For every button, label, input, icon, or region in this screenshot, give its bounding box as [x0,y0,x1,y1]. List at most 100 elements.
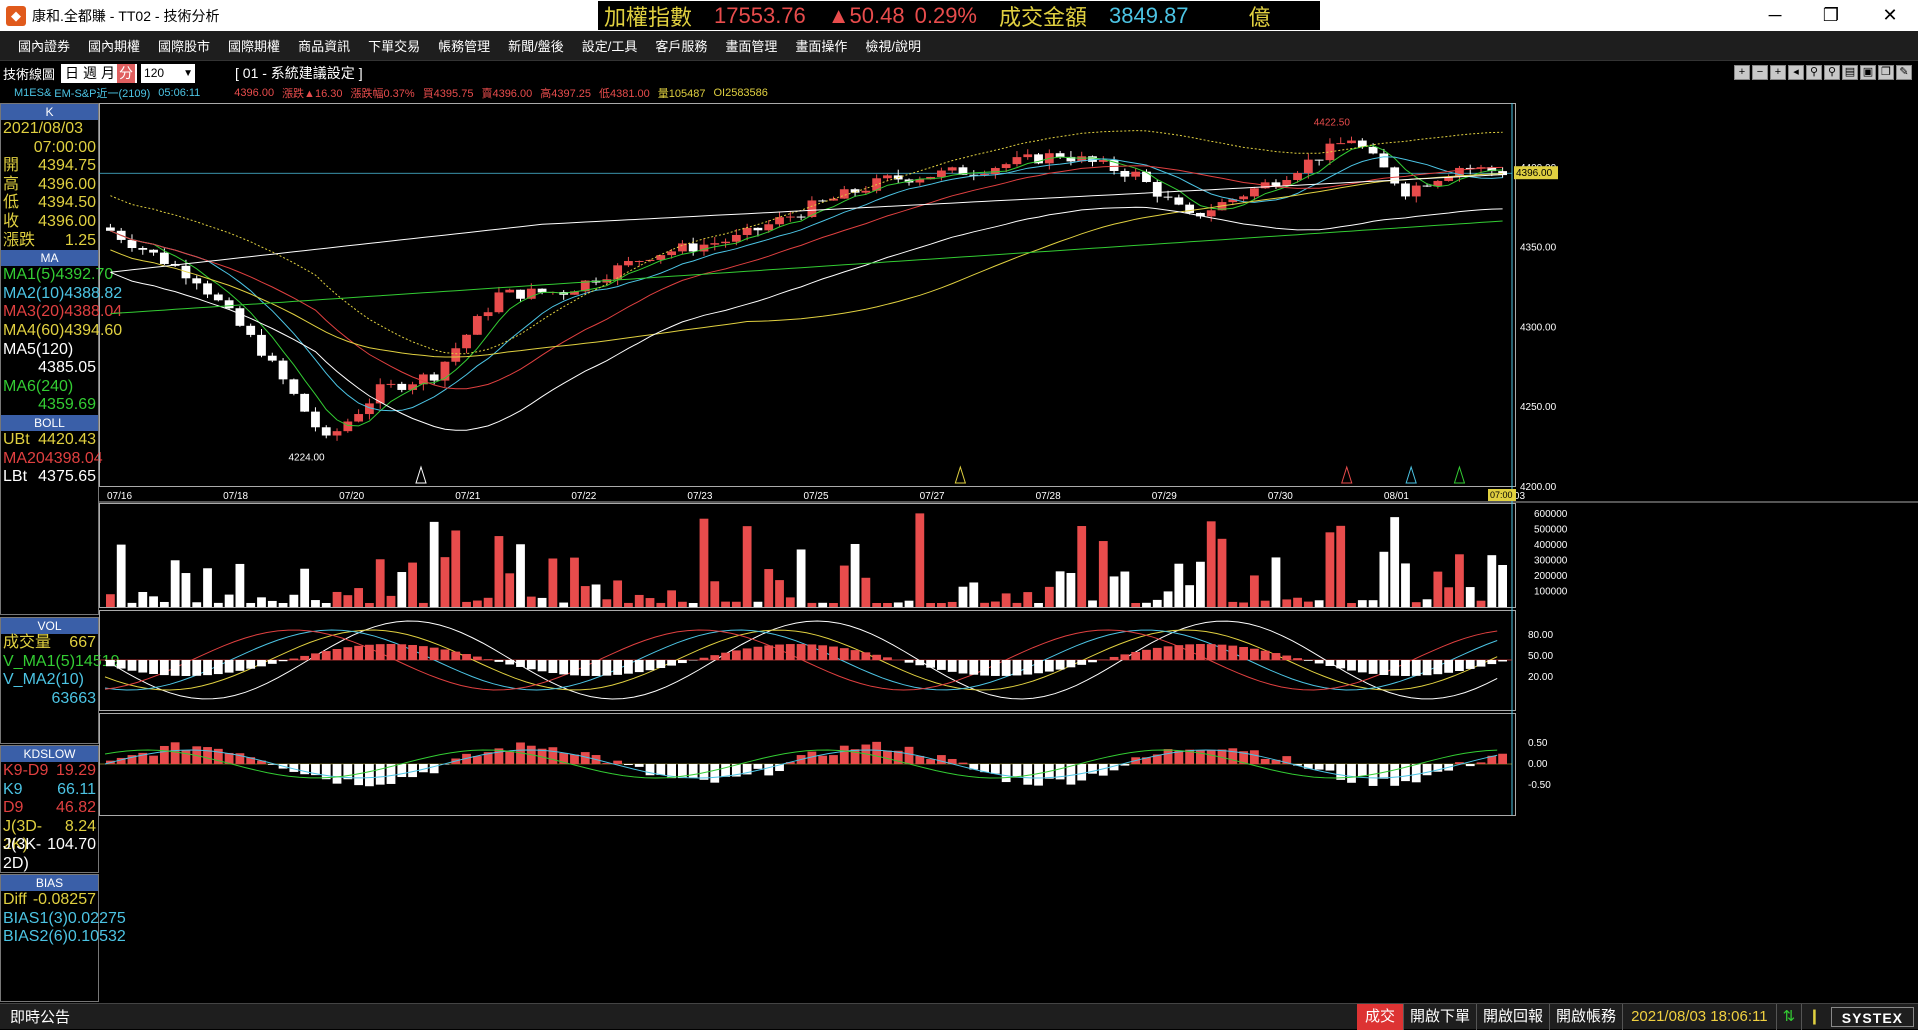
bar-count-value: 120 [144,66,164,80]
signal-triangle-icon [1454,467,1464,483]
ma-rows-label: MA1(5) [1,266,55,285]
ma-rows-value: 4359.69 [38,396,96,415]
bias-bar [1207,750,1216,764]
kd-bar [236,660,245,671]
search-plus-icon[interactable]: ⚲ [1824,65,1840,80]
menu-item-1[interactable]: 國內期權 [79,36,149,55]
menu-item-2[interactable]: 國際股市 [149,36,219,55]
vol-rows-value: 63663 [52,690,97,709]
ma5-line [110,146,1502,426]
open-order-button[interactable]: 開啟下單 [1403,1004,1476,1030]
price-tick: 4350.00 [1520,243,1557,254]
volume-bar [721,602,730,607]
chevron-down-icon[interactable]: ▼ [183,64,193,83]
quote-name: EM-S&P近一(2109) [54,85,150,101]
kd-rows-value: 66.11 [57,781,96,800]
period-option-2[interactable]: 月 [99,64,117,83]
menu-item-12[interactable]: 檢視/說明 [856,36,930,55]
kd-bar [1369,660,1378,674]
volume-bar [1379,552,1388,607]
kd-bar [656,660,665,668]
kd-bar [138,660,147,673]
candle-body [1347,141,1356,144]
volume-bar [441,557,450,607]
open-report-button[interactable]: 開啟回報 [1476,1004,1549,1030]
price-tick: 4200.00 [1520,482,1557,493]
open-account-button[interactable]: 開啟帳務 [1549,1004,1622,1030]
menu-item-3[interactable]: 國際期權 [219,36,289,55]
kd-bar [829,647,838,660]
kd-bar [786,644,795,660]
ma-rows-item: 4385.05 [1,359,98,378]
ma10-line [110,157,1502,411]
search-icon[interactable]: ⚲ [1806,65,1822,80]
save-icon[interactable]: ▣ [1860,65,1876,80]
period-option-1[interactable]: 週 [81,64,99,83]
menu-item-5[interactable]: 下單交易 [359,36,429,55]
menu-item-4[interactable]: 商品資訊 [289,36,359,55]
scroll-left-icon[interactable]: ◂ [1788,65,1804,80]
kd-bar [980,660,989,676]
bias-bar [376,764,385,785]
menu-item-10[interactable]: 畫面管理 [716,36,786,55]
boll-lower-line [110,207,1502,430]
k-date: 2021/08/03 [1,120,98,139]
menu-item-9[interactable]: 客戶服務 [646,36,716,55]
menu-item-0[interactable]: 國內證券 [0,36,79,55]
vol-rows-item: V_MA2(10) [1,671,98,690]
zoom-out-icon[interactable]: − [1752,65,1768,80]
candle-body [646,260,655,261]
menu-item-8[interactable]: 設定/工具 [573,36,647,55]
system-setting-label[interactable]: [ 01 - 系統建議設定 ] [235,63,363,83]
kd-bar [225,660,234,673]
print-icon[interactable]: ▤ [1842,65,1858,80]
app-logo-icon: ◆ [6,6,26,26]
vol-rows-label: V_MA2(10) [1,671,84,690]
minimize-button[interactable]: ─ [1747,0,1803,31]
vol-rows-label [1,690,3,709]
volume-bar [1444,587,1453,607]
ma-rows-item: 4359.69 [1,396,98,415]
volume-bar [937,603,946,607]
crosshair-icon[interactable]: + [1734,65,1750,80]
candle-body [1153,182,1162,197]
notice-label[interactable]: 即時公告 [10,1006,70,1027]
menu-item-6[interactable]: 帳務管理 [429,36,499,55]
date-label: 07/30 [1268,491,1293,502]
volume-bar [300,569,309,607]
candle-body [387,384,396,385]
restore-button[interactable]: ❐ [1803,0,1859,31]
bias-bar [397,764,406,777]
menu-item-7[interactable]: 新聞/盤後 [499,36,573,55]
trade-indicator[interactable]: 成交 [1357,1004,1403,1030]
zoom-in-icon[interactable]: + [1770,65,1786,80]
candle-body [1207,210,1216,216]
boll-rows-item: UBt4420.43 [1,431,98,450]
menu-item-11[interactable]: 畫面操作 [786,36,856,55]
volume-bar [1153,600,1162,607]
copy-icon[interactable]: ❐ [1878,65,1894,80]
brand-logo: SYSTEX [1831,1007,1914,1027]
ma-rows-label: MA6(240) [1,378,73,397]
bar-count-select[interactable]: 120 ▼ [141,64,195,83]
volume-bar [376,559,385,607]
period-option-0[interactable]: 日 [63,64,81,83]
kd-bar [462,654,471,660]
kd-rows-value: 19.29 [56,762,96,781]
technical-chart[interactable]: 4400.004350.004300.004250.004200.004396.… [99,103,1918,1003]
candle-body [851,189,860,192]
bias-bar [818,756,827,764]
settings-icon[interactable]: ✎ [1896,65,1912,80]
volume-bar [149,596,158,607]
volume-bar [1218,539,1227,607]
period-selector[interactable]: 日週月分 [61,64,137,83]
bias-bar [1164,749,1173,764]
candle-body [1185,205,1194,213]
period-option-3[interactable]: 分 [117,64,135,83]
volume-bar [915,513,924,607]
close-button[interactable]: ✕ [1862,0,1918,31]
candle-body [462,335,471,348]
volume-bar [829,603,838,607]
ma-rows-item: MA6(240) [1,378,98,397]
k-rows-value: 1.25 [65,232,96,251]
